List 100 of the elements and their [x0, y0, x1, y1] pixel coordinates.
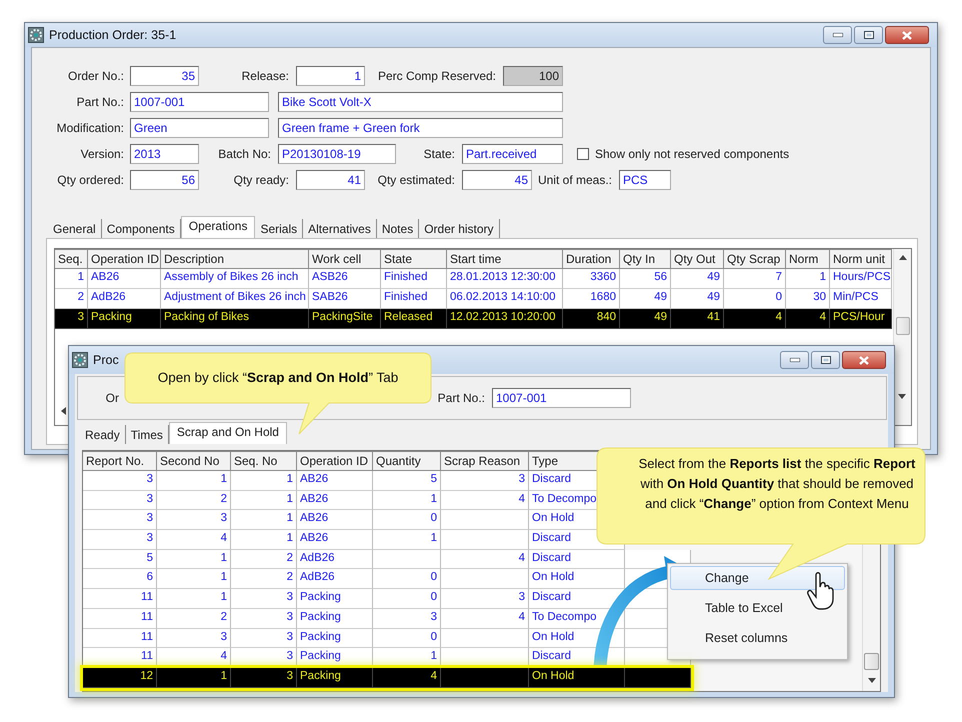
- menu-item[interactable]: Change: [670, 566, 845, 590]
- table-cell: 3: [231, 589, 297, 609]
- table-cell: 5: [373, 471, 441, 491]
- table-row[interactable]: 11 4 3 Packing 1 Discard: [83, 648, 691, 668]
- table-cell: 3: [231, 668, 297, 688]
- table-cell: 1: [373, 530, 441, 550]
- table-cell: AdB26: [88, 289, 161, 309]
- table-row[interactable]: 5 1 2 AdB26 4 Discard: [83, 550, 691, 570]
- table-cell: 0: [724, 289, 786, 309]
- table-cell: AB26: [297, 530, 373, 550]
- field-label: State:: [422, 147, 456, 161]
- tab[interactable]: Operations: [180, 216, 256, 238]
- input-field[interactable]: 56: [130, 170, 199, 190]
- input-field[interactable]: 41: [296, 170, 365, 190]
- table-row[interactable]: 3 1 1 AB26 5 3 Discard: [83, 471, 625, 491]
- input-field[interactable]: 1: [296, 66, 365, 86]
- column-header[interactable]: Second No: [157, 451, 231, 471]
- column-header[interactable]: Report No.: [83, 451, 157, 471]
- input-field[interactable]: Green frame + Green fork: [278, 118, 563, 138]
- column-header[interactable]: Qty Out: [671, 249, 724, 269]
- input-field[interactable]: PCS: [619, 170, 671, 190]
- minimize-button[interactable]: [823, 26, 852, 44]
- input-field[interactable]: Part.received: [462, 144, 563, 164]
- table-cell: 11: [83, 628, 157, 648]
- close-button[interactable]: [842, 351, 886, 369]
- table-row[interactable]: 3 3 1 AB26 0 On Hold: [83, 510, 625, 530]
- table-row[interactable]: 3 Packing Packing of Bikes PackingSite Released 12.02.2013 10:20:00 840 49 41 4 4 PCS/Hour: [55, 309, 892, 329]
- checkbox[interactable]: [577, 148, 589, 160]
- table-row[interactable]: 3 4 1 AB26 1 Discard: [83, 530, 625, 550]
- input-field[interactable]: Bike Scott Volt-X: [278, 92, 563, 112]
- table-cell: 1680: [563, 289, 620, 309]
- minimize-button[interactable]: [780, 351, 809, 369]
- input-field[interactable]: P20130108-19: [278, 144, 396, 164]
- scroll-thumb[interactable]: [864, 653, 879, 670]
- tab[interactable]: Scrap and On Hold: [168, 422, 287, 444]
- column-header[interactable]: Quantity: [373, 451, 441, 471]
- maximize-button[interactable]: [811, 351, 840, 369]
- maximize-button[interactable]: [854, 26, 883, 44]
- table-cell: 06.02.2013 14:10:00: [447, 289, 563, 309]
- scroll-thumb[interactable]: [896, 317, 910, 335]
- window-title: Production Order: 35-1: [49, 28, 176, 42]
- column-header[interactable]: Operation ID: [297, 451, 373, 471]
- input-field[interactable]: 45: [462, 170, 532, 190]
- table-row[interactable]: 11 3 3 Packing 0 On Hold: [83, 628, 691, 648]
- input-field[interactable]: 35: [130, 66, 199, 86]
- scrollbar[interactable]: [893, 249, 911, 425]
- table-cell: 4: [373, 668, 441, 688]
- field-label: Qty ordered:: [56, 173, 125, 187]
- table-row[interactable]: 2 AdB26 Adjustment of Bikes 26 inch SAB26 Finished 06.02.2013 14:10:00 1680 49 49 0 30 Min/PCS: [55, 289, 892, 309]
- table-cell: 0: [373, 510, 441, 530]
- table-cell: 49: [671, 269, 724, 289]
- table-cell: 3: [55, 309, 88, 329]
- field-label: Qty estimated:: [376, 173, 456, 187]
- table-cell: 2: [231, 569, 297, 590]
- table-cell: 1: [157, 471, 231, 491]
- input-field[interactable]: Green: [130, 118, 269, 138]
- table-cell: 2: [231, 550, 297, 570]
- column-header[interactable]: Norm unit: [830, 249, 892, 269]
- table-cell: PackingSite: [309, 309, 381, 329]
- table-cell: 0: [373, 628, 441, 648]
- table-cell: 3: [83, 471, 157, 491]
- table-cell: 28.01.2013 12:30:00: [447, 269, 563, 289]
- table-cell: AdB26: [297, 550, 373, 570]
- input-field[interactable]: 1007-001: [130, 92, 269, 112]
- table-cell: Packing: [297, 589, 373, 609]
- input-field[interactable]: 2013: [130, 144, 199, 164]
- table-cell: 1: [157, 550, 231, 570]
- table-cell: Packing: [297, 668, 373, 688]
- table-cell: 3: [83, 510, 157, 530]
- table-cell: 4: [441, 490, 529, 510]
- column-header[interactable]: Norm: [786, 249, 830, 269]
- input-field[interactable]: 1007-001: [492, 388, 631, 408]
- column-header[interactable]: Seq. No: [231, 451, 297, 471]
- table-cell: 6: [83, 569, 157, 590]
- column-header[interactable]: Seq.: [55, 249, 88, 269]
- column-header[interactable]: Start time: [447, 249, 563, 269]
- table-cell: 1: [786, 269, 830, 289]
- minimize-icon: [832, 33, 842, 37]
- column-header[interactable]: Scrap Reason: [441, 451, 529, 471]
- column-header[interactable]: Qty In: [620, 249, 671, 269]
- column-header[interactable]: State: [381, 249, 447, 269]
- table-row[interactable]: 11 1 3 Packing 0 3 Discard: [83, 589, 691, 609]
- table-row[interactable]: 6 1 2 AdB26 0 On Hold: [83, 569, 691, 590]
- column-header[interactable]: Qty Scrap: [724, 249, 786, 269]
- up-arrow-icon: [898, 255, 906, 260]
- table-row[interactable]: 1 AB26 Assembly of Bikes 26 inch ASB26 Finished 28.01.2013 12:30:00 3360 56 49 7 1 Hours/PCS: [55, 269, 892, 289]
- table-cell: [625, 668, 691, 688]
- column-header[interactable]: Duration: [563, 249, 620, 269]
- table-row[interactable]: 11 2 3 Packing 3 4 To Decompo: [83, 608, 691, 628]
- table-row[interactable]: 12 1 3 Packing 4 On Hold: [83, 668, 691, 688]
- table-cell: 0: [373, 589, 441, 609]
- column-header[interactable]: Work cell: [309, 249, 381, 269]
- input-field[interactable]: 100: [503, 66, 563, 86]
- column-header[interactable]: Operation ID: [88, 249, 161, 269]
- down-arrow-icon: [868, 678, 876, 683]
- table-cell: AB26: [297, 490, 373, 510]
- table-cell: 49: [671, 289, 724, 309]
- close-button[interactable]: [885, 26, 929, 44]
- column-header[interactable]: Description: [161, 249, 309, 269]
- close-icon: [859, 356, 869, 364]
